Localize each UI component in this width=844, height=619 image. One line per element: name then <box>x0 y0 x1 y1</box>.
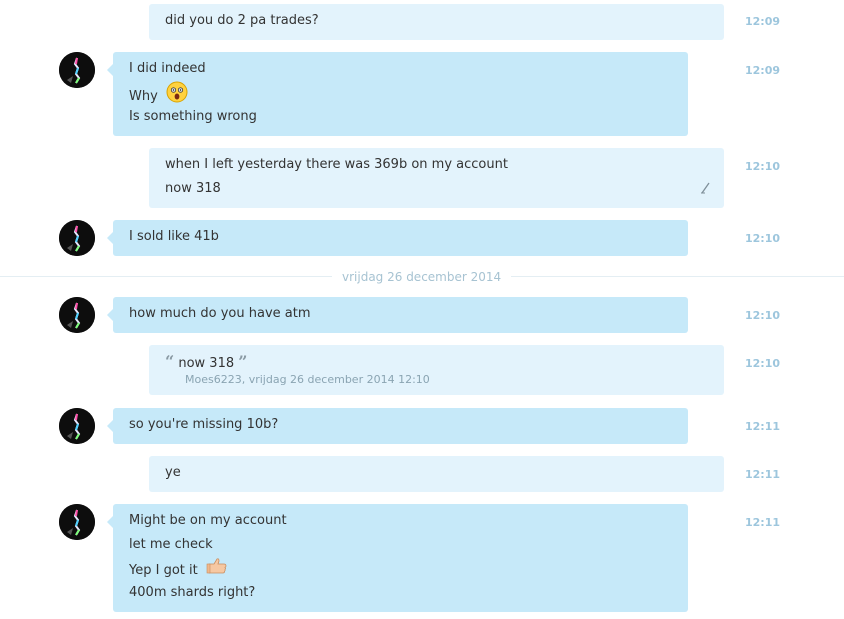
message-text: now 318 <box>165 181 221 196</box>
avatar-image <box>59 52 95 88</box>
message-timestamp: 12:09 <box>745 15 781 28</box>
message-timestamp: 12:10 <box>745 357 781 370</box>
message-text: how much do you have atm <box>129 306 311 321</box>
message-text: I sold like 41b <box>129 229 219 244</box>
message-timestamp: 12:10 <box>745 232 781 245</box>
message-text: so you're missing 10b? <box>129 417 279 432</box>
message-text: Why <box>129 89 158 104</box>
message-bubble-outgoing[interactable]: when I left yesterday there was 369b on … <box>149 148 724 208</box>
surprised-face-emoji-icon <box>166 81 188 109</box>
contact-avatar[interactable] <box>59 408 95 444</box>
contact-avatar[interactable] <box>59 297 95 333</box>
open-quote-icon: “ <box>165 352 175 371</box>
date-divider-label: vrijdag 26 december 2014 <box>332 268 512 286</box>
avatar-image <box>59 504 95 540</box>
message-bubble-incoming[interactable]: I sold like 41b <box>107 220 688 256</box>
message-line-with-emoji: Yep I got it <box>129 557 672 584</box>
message-timestamp: 12:09 <box>745 64 781 77</box>
contact-avatar[interactable] <box>59 52 95 88</box>
message-timestamp: 12:11 <box>745 468 781 481</box>
message-text: did you do 2 pa trades? <box>165 13 319 28</box>
message-timestamp: 12:10 <box>745 160 781 173</box>
message-bubble-incoming[interactable]: I did indeed Why Is something wrong <box>107 52 688 136</box>
message-text: 400m shards right? <box>129 585 256 600</box>
edited-pencil-icon <box>700 182 712 198</box>
message-text: Yep I got it <box>129 563 198 578</box>
message-bubble-incoming[interactable]: Might be on my account let me check Yep … <box>107 504 688 612</box>
message-line-with-emoji: Why <box>129 81 672 109</box>
message-bubble-quote[interactable]: “ now 318 ” Moes6223, vrijdag 26 decembe… <box>149 345 724 395</box>
message-text: I did indeed <box>129 61 206 76</box>
message-timestamp: 12:11 <box>745 516 781 529</box>
thumbs-up-emoji-icon <box>206 557 228 581</box>
message-timestamp: 12:10 <box>745 309 781 322</box>
contact-avatar[interactable] <box>59 220 95 256</box>
avatar-image <box>59 297 95 333</box>
message-bubble-incoming[interactable]: how much do you have atm <box>107 297 688 333</box>
chat-conversation: did you do 2 pa trades? 12:09 I did inde… <box>0 0 844 619</box>
quote-line: “ now 318 ” <box>165 353 708 373</box>
quote-attribution: Moes6223, vrijdag 26 december 2014 12:10 <box>185 373 430 386</box>
message-text: Might be on my account <box>129 513 287 528</box>
contact-avatar[interactable] <box>59 504 95 540</box>
avatar-image <box>59 408 95 444</box>
message-text: Is something wrong <box>129 109 257 124</box>
message-bubble-outgoing[interactable]: did you do 2 pa trades? <box>149 4 724 40</box>
message-bubble-outgoing[interactable]: ye <box>149 456 724 492</box>
message-bubble-incoming[interactable]: so you're missing 10b? <box>107 408 688 444</box>
avatar-image <box>59 220 95 256</box>
message-text: ye <box>165 465 181 480</box>
message-text: when I left yesterday there was 369b on … <box>165 157 508 172</box>
quoted-text: now 318 <box>178 356 235 371</box>
message-timestamp: 12:11 <box>745 420 781 433</box>
close-quote-icon: ” <box>238 352 248 371</box>
